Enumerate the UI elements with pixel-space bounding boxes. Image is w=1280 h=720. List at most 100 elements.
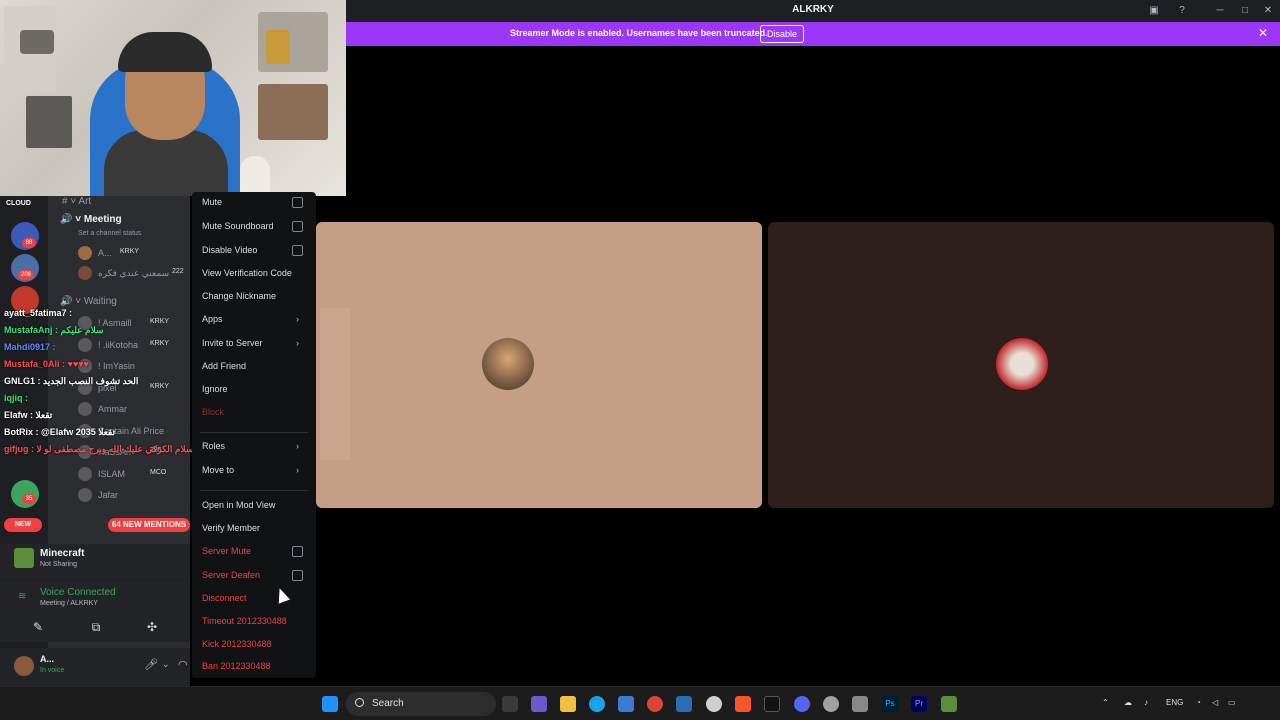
file-explorer-icon[interactable]: [560, 696, 576, 712]
stream-chat-overlay: ayatt_5fatima7 : MustafaAnj : سلام عليكم M…: [0, 308, 200, 468]
chat-message: Mahdi0917 :: [4, 342, 56, 352]
video-tile[interactable]: [316, 222, 762, 508]
voice-channel-waiting[interactable]: 🔊 ˅ Waiting: [60, 296, 117, 307]
inbox-icon[interactable]: ▣: [1146, 3, 1162, 19]
category-art[interactable]: # ˅ Art: [62, 196, 91, 207]
menu-item-block[interactable]: Block: [202, 402, 312, 422]
voice-member[interactable]: سمعني عندي فكره: [98, 268, 169, 279]
menu-item-disconnect[interactable]: Disconnect: [202, 588, 312, 608]
silver-award: [26, 96, 72, 148]
voice-member[interactable]: A...: [98, 248, 112, 258]
disable-streamer-mode-button[interactable]: Disable: [760, 25, 805, 43]
checkbox[interactable]: [292, 546, 303, 557]
telegram-icon[interactable]: [676, 696, 692, 712]
store-icon[interactable]: [618, 696, 634, 712]
taskbar-search[interactable]: Search: [346, 692, 496, 716]
wifi-icon[interactable]: ◔: [1196, 698, 1201, 707]
menu-item-verify[interactable]: Verify Member: [202, 518, 312, 538]
chat-message: gifjug : سلام الكركي عليك الله وبرج مصطف…: [4, 444, 194, 454]
photoshop-icon[interactable]: Ps: [882, 696, 898, 712]
minecraft-taskbar-icon[interactable]: [941, 696, 957, 712]
channel-status[interactable]: Set a channel status: [78, 230, 141, 237]
video-tile[interactable]: [768, 222, 1274, 508]
user-panel: A... In voice 🎤︎ ⌄ ◠: [0, 648, 190, 686]
app-icon[interactable]: [852, 696, 868, 712]
participant-avatar: [482, 338, 534, 390]
user-status: In voice: [40, 667, 65, 674]
menu-item-open[interactable]: Open in Mod View: [202, 495, 312, 515]
voice-channel-meeting[interactable]: 🔊 ˅ Meeting: [60, 214, 122, 225]
user-context-menu: Mute Mute Soundboard Disable Video View Ver…: [192, 192, 316, 678]
premiere-icon[interactable]: Pr: [911, 696, 927, 712]
close-icon[interactable]: ✕: [1258, 26, 1268, 40]
help-icon[interactable]: ?: [1174, 3, 1190, 19]
settings-icon[interactable]: [706, 696, 722, 712]
chat-message: iqjiq :: [4, 393, 28, 403]
member-tag: 222: [172, 268, 184, 275]
headphones-icon[interactable]: ◠: [178, 658, 188, 671]
close-window-icon[interactable]: ✕: [1260, 3, 1276, 19]
battery-icon[interactable]: ▭: [1228, 698, 1236, 707]
username: A...: [40, 654, 55, 664]
chat-message: MustafaAnj : سلام عليكم: [4, 325, 104, 335]
language-indicator[interactable]: ENG: [1166, 698, 1183, 707]
network-icon[interactable]: ☁: [1124, 698, 1132, 707]
new-unreads-pill[interactable]: NEW: [4, 518, 42, 532]
start-icon[interactable]: [322, 696, 338, 712]
activity-status: Not Sharing: [40, 561, 77, 568]
submenu-ghost: [320, 308, 350, 460]
new-mentions-button[interactable]: 64 NEW MENTIONS: [108, 518, 190, 532]
menu-separator: [200, 490, 308, 491]
menu-item-view[interactable]: View Verification Code: [202, 263, 312, 283]
voice-status[interactable]: Voice Connected: [40, 587, 116, 598]
camera-off-icon[interactable]: ✎: [18, 617, 58, 637]
menu-item-add[interactable]: Add Friend: [202, 356, 312, 376]
checkbox[interactable]: [292, 570, 303, 581]
tray-chevron-icon[interactable]: ⌃: [1102, 698, 1109, 707]
chevron-right-icon: ›: [296, 338, 299, 348]
menu-item-ignore[interactable]: Ignore: [202, 379, 312, 399]
task-view-icon[interactable]: [502, 696, 518, 712]
menu-item-ban[interactable]: Ban 2012330488: [202, 656, 312, 676]
participant-avatar: [996, 338, 1048, 390]
chevron-right-icon: ›: [296, 441, 299, 451]
member-tag: MCO: [150, 468, 167, 476]
shelf-items: [258, 84, 328, 140]
mention-badge: 206: [18, 270, 35, 280]
voice-location[interactable]: Meeting / ALKRKY: [40, 600, 98, 607]
menu-item-timeout[interactable]: Timeout 2012330488: [202, 611, 312, 631]
mic-tray-icon[interactable]: ♪: [1144, 698, 1148, 707]
voice-member[interactable]: ISLAM: [98, 469, 125, 479]
signal-icon[interactable]: ≋: [18, 591, 26, 602]
trophy: [266, 30, 290, 64]
discord-icon[interactable]: [794, 696, 810, 712]
window-title: ALKRKY: [792, 4, 834, 15]
brave-icon[interactable]: [735, 696, 751, 712]
menu-item-change[interactable]: Change Nickname: [202, 286, 312, 306]
edge-icon[interactable]: [589, 696, 605, 712]
obs-icon[interactable]: [823, 696, 839, 712]
copilot-icon[interactable]: [531, 696, 547, 712]
chrome-icon[interactable]: [647, 696, 663, 712]
member-avatar[interactable]: [78, 466, 92, 481]
avatar[interactable]: [14, 656, 34, 676]
voice-member[interactable]: Jafar: [98, 490, 118, 500]
minimize-icon[interactable]: ─: [1212, 3, 1228, 19]
screen-share-icon[interactable]: ⧉: [76, 617, 116, 637]
microphone-icon[interactable]: 🎤︎: [144, 658, 158, 671]
maximize-icon[interactable]: □: [1237, 3, 1253, 19]
member-tag: KRKY: [120, 248, 140, 255]
member-avatar[interactable]: [78, 266, 92, 280]
checkbox[interactable]: [292, 221, 303, 232]
capcut-icon[interactable]: [764, 696, 780, 712]
checkbox[interactable]: [292, 245, 303, 256]
member-avatar[interactable]: [78, 488, 92, 502]
chevron-down-icon[interactable]: ⌄: [162, 659, 170, 670]
member-avatar[interactable]: [78, 246, 92, 260]
activities-icon[interactable]: ✣: [132, 617, 172, 637]
chat-message: GNLG1 : الحد تشوف النصب الجديد: [4, 376, 139, 386]
checkbox[interactable]: [292, 197, 303, 208]
volume-icon[interactable]: ◁: [1212, 698, 1218, 707]
menu-item-kick[interactable]: Kick 2012330488: [202, 634, 312, 654]
chat-message: BotRix : @Elafw 2035 تقعلا: [4, 427, 116, 437]
